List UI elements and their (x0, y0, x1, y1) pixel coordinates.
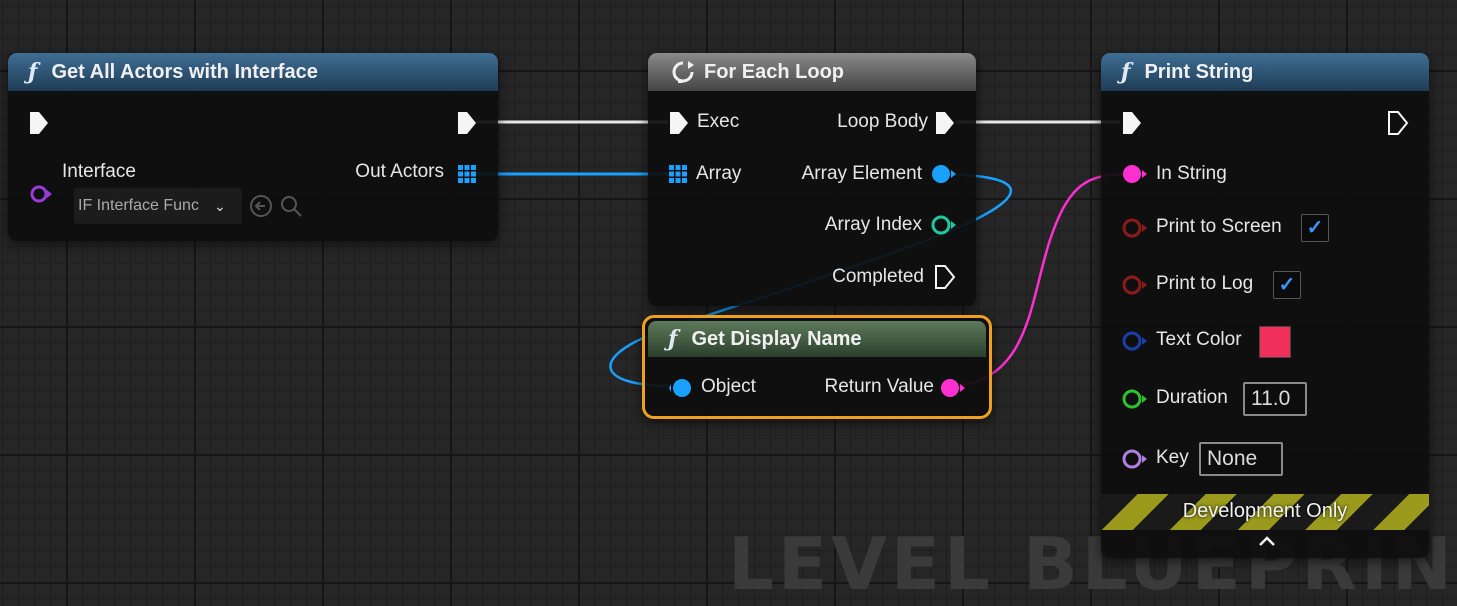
object-pin-icon[interactable] (930, 162, 958, 186)
node-title: Print String (1144, 60, 1254, 83)
for-each-loop-header[interactable]: For Each Loop (648, 53, 976, 91)
return-value-pin-label: Return Value (824, 376, 935, 397)
object-pin-icon[interactable] (669, 376, 697, 400)
get-all-actors-node[interactable]: ƒ Get All Actors with Interface Interfac… (8, 53, 498, 241)
array-element-pin-label: Array Element (801, 163, 922, 184)
print-to-log-pin-label: Print to Log (1156, 273, 1254, 294)
array-index-pin-label: Array Index (824, 214, 922, 235)
print-to-screen-checkbox[interactable]: ✓ (1301, 214, 1329, 242)
array-grid-pin-icon[interactable] (668, 164, 688, 184)
exec-pin-label: Exec (697, 111, 740, 132)
get-display-name-node[interactable]: ƒ Get Display Name Object Return Value (642, 315, 992, 419)
integer-pin-icon[interactable] (930, 213, 958, 237)
float-pin-icon[interactable] (1121, 387, 1151, 411)
loop-body-pin-label: Loop Body (837, 111, 928, 132)
chevron-up-icon[interactable] (1257, 534, 1277, 548)
bool-pin-icon[interactable] (1121, 273, 1151, 297)
browse-search-icon[interactable] (278, 193, 304, 219)
string-pin-icon[interactable] (1121, 162, 1151, 186)
chevron-down-icon: ⌄ (214, 197, 226, 214)
node-title: Get Display Name (691, 327, 862, 350)
exec-out-pin-icon[interactable] (934, 110, 956, 136)
loop-macro-icon (672, 61, 694, 83)
array-grid-pin-icon[interactable] (457, 164, 477, 184)
object-pin-label: Object (701, 376, 756, 397)
function-icon: ƒ (28, 59, 38, 85)
for-each-loop-node[interactable]: For Each Loop Exec Array Loop Body Array… (648, 53, 976, 306)
array-pin-label: Array (696, 163, 742, 184)
text-color-pin-label: Text Color (1156, 329, 1242, 350)
text-color-swatch[interactable] (1259, 326, 1291, 358)
print-to-screen-pin-label: Print to Screen (1156, 216, 1282, 237)
completed-pin-label: Completed (832, 266, 924, 287)
development-only-label: Development Only (1182, 500, 1348, 522)
exec-out-pin-icon[interactable] (934, 264, 956, 290)
function-icon: ƒ (668, 326, 678, 352)
interface-pin-label: Interface (62, 161, 136, 182)
get-display-name-header[interactable]: ƒ Get Display Name (648, 321, 986, 357)
print-string-node[interactable]: ƒ Print String In String Print to Screen… (1101, 53, 1429, 558)
get-all-actors-header[interactable]: ƒ Get All Actors with Interface (8, 53, 498, 91)
linear-color-pin-icon[interactable] (1121, 329, 1151, 353)
key-pin-label: Key (1156, 447, 1189, 468)
exec-in-pin-icon[interactable] (28, 110, 50, 136)
interface-class-dropdown[interactable]: IF Interface Func ⌄ (74, 188, 242, 224)
duration-input[interactable]: 11.0 (1243, 382, 1307, 416)
bool-pin-icon[interactable] (1121, 216, 1151, 240)
name-pin-icon[interactable] (1121, 447, 1151, 471)
node-title: Get All Actors with Interface (51, 60, 318, 83)
interface-pin-icon[interactable] (28, 183, 54, 205)
duration-pin-label: Duration (1156, 387, 1228, 408)
node-title: For Each Loop (704, 60, 844, 83)
string-pin-icon[interactable] (939, 376, 967, 400)
check-icon: ✓ (1278, 274, 1296, 296)
print-string-header[interactable]: ƒ Print String (1101, 53, 1429, 91)
exec-in-pin-icon[interactable] (668, 110, 690, 136)
exec-out-pin-icon[interactable] (1387, 110, 1409, 136)
exec-out-pin-icon[interactable] (456, 110, 478, 136)
exec-in-pin-icon[interactable] (1121, 110, 1143, 136)
key-input[interactable]: None (1199, 442, 1283, 476)
in-string-pin-label: In String (1156, 163, 1227, 184)
use-selected-asset-icon[interactable] (248, 193, 274, 219)
out-actors-pin-label: Out Actors (355, 161, 444, 182)
function-icon: ƒ (1121, 59, 1131, 85)
check-icon: ✓ (1306, 217, 1324, 239)
print-to-log-checkbox[interactable]: ✓ (1273, 271, 1301, 299)
